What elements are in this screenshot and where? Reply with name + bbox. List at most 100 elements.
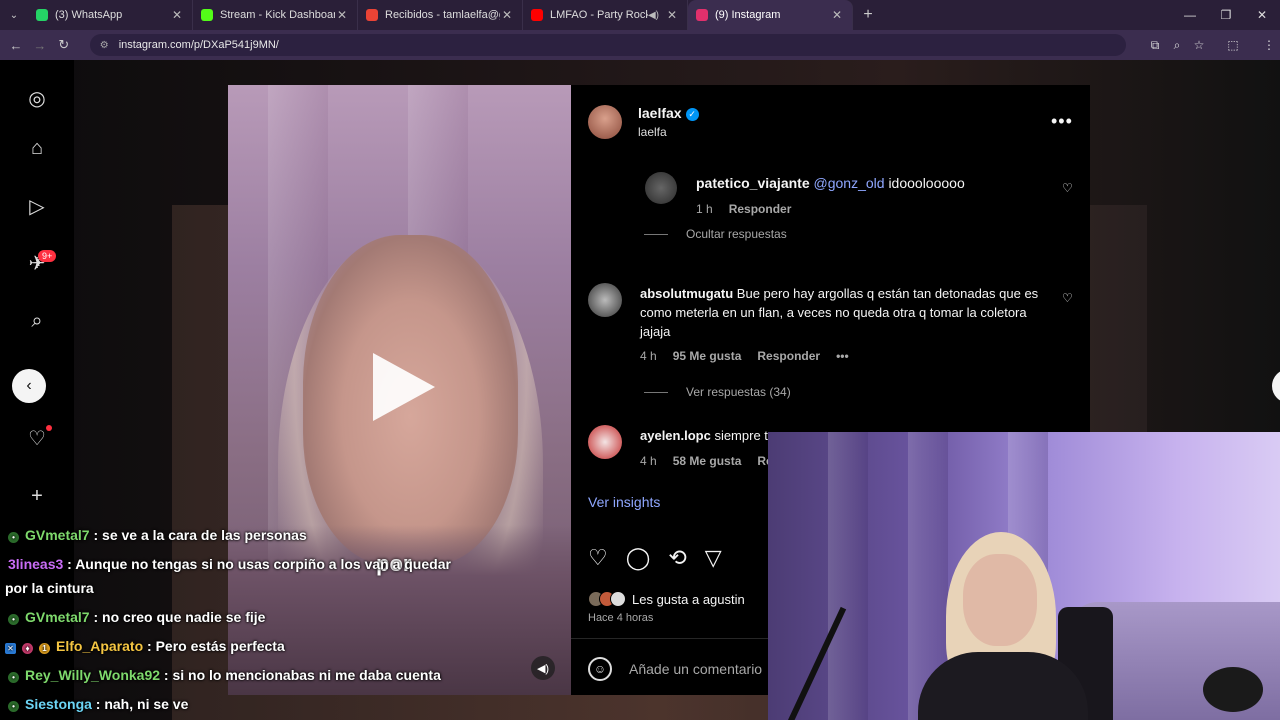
back-icon[interactable]: ← [4,38,28,53]
comment-icon[interactable]: ◯ [626,545,651,571]
author-subtitle: laelfa [638,125,667,139]
new-tab-button[interactable]: + [853,6,883,24]
close-icon[interactable]: ✕ [830,8,844,22]
comment-text: idooolooooo [888,175,965,191]
comment-text: siempre te [714,428,776,443]
liker-avatar [610,591,626,607]
hide-replies-button[interactable]: Ocultar respuestas [644,227,787,241]
post-timestamp: Hace 4 horas [588,612,654,624]
reply-button[interactable]: Responder [757,349,820,363]
commenter-avatar[interactable] [588,283,622,317]
reload-icon[interactable]: ↻ [52,37,76,53]
tab-whatsapp[interactable]: (3) WhatsApp ✕ [28,0,193,30]
notification-dot [46,425,52,431]
comment-meta: 4 h 58 Me gusta Re [640,454,773,468]
view-replies-button[interactable]: Ver respuestas (34) [644,385,791,399]
comment-meta: 4 h 95 Me gusta Responder ••• [640,349,849,363]
bookmark-star-icon[interactable]: ☆ [1188,38,1210,53]
tab-gmail[interactable]: Recibidos - tamlaelfa@gmail.co ✕ [358,0,523,30]
mention-link[interactable]: @gonz_old [814,175,885,191]
forward-icon[interactable]: → [28,38,52,53]
home-icon[interactable]: ⌂ [24,135,50,161]
verified-icon: ✓ [685,108,699,121]
chat-badge-icon: ♦ [22,643,33,654]
like-icon[interactable]: ♡ [588,545,608,571]
install-icon[interactable]: ⧉ [1144,38,1166,53]
tab-kick[interactable]: Stream - Kick Dashboard ✕ [193,0,358,30]
author-username[interactable]: laelfax ✓ [638,105,699,121]
maximize-icon[interactable]: ❐ [1208,0,1244,30]
share-icon[interactable]: ▽ [705,545,722,571]
tab-search-button[interactable]: ⌄ [0,0,28,30]
play-icon[interactable] [373,353,435,421]
comment: ayelen.lopc siempre te [640,426,775,445]
chat-text: por la cintura [5,580,94,596]
site-info-icon[interactable]: ⚙ [100,40,109,51]
close-icon[interactable]: ✕ [335,8,349,22]
instagram-logo-icon[interactable]: ◎ [24,85,50,111]
create-icon[interactable]: + [24,483,50,509]
whatsapp-icon [36,9,48,21]
chat-badge-icon: • [8,532,19,543]
chat-username: GVmetal7 [25,609,90,625]
zoom-icon[interactable]: ⌕ [1166,38,1188,53]
view-insights-link[interactable]: Ver insights [588,494,660,510]
previous-post-button[interactable]: ‹ [12,369,46,403]
author-avatar[interactable] [588,105,622,139]
chat-text: : se ve a la cara de las personas [93,527,307,543]
comment-likes[interactable]: 95 Me gusta [673,349,742,363]
comment-time: 4 h [640,349,657,363]
more-options-icon[interactable]: ••• [1051,111,1073,132]
chat-message: ✕ ♦ 1 Elfo_Aparato : Pero estás perfecta [5,635,285,657]
comment-username[interactable]: patetico_viajante [696,175,810,191]
post-video[interactable]: por ◀) [228,85,571,695]
chat-message: 3lineas3 : Aunque no tengas si no usas c… [8,553,451,575]
screen: ⌄ (3) WhatsApp ✕ Stream - Kick Dashboard… [0,0,1280,720]
like-comment-icon[interactable]: ♡ [1062,291,1073,305]
notification-badge: 9+ [38,250,57,262]
chat-text: : si no lo mencionabas ni me daba cuenta [163,667,441,683]
webcam-person-face [963,554,1037,646]
url-text: instagram.com/p/DXaP541j9MN/ [118,39,279,51]
add-comment-field[interactable]: ☺ Añade un comentario [588,657,762,681]
likes-summary[interactable]: Les gusta a agustin [588,591,745,607]
window-controls: — ❐ ✕ [1172,0,1280,30]
close-icon[interactable]: ✕ [170,8,184,22]
reels-icon[interactable]: ▷ [24,193,50,219]
menu-icon[interactable]: ⋮ [1258,38,1280,53]
chat-text: : Aunque no tengas si no usas corpiño a … [67,556,365,572]
comment-more-icon[interactable]: ••• [836,349,849,363]
close-icon[interactable]: ✕ [500,8,514,22]
chat-text: van a quedar [364,556,451,572]
close-window-icon[interactable]: ✕ [1244,0,1280,30]
repost-icon[interactable]: ⟲ [668,545,686,571]
minimize-icon[interactable]: — [1172,0,1208,30]
chat-text: : nah, ni se ve [95,696,189,712]
like-comment-icon[interactable]: ♡ [1062,181,1073,195]
comment-username[interactable]: ayelen.lopc [640,428,711,443]
comment-reply: patetico_viajante @gonz_old idooolooooo [696,174,965,193]
audio-icon[interactable]: ◀) [531,656,555,680]
chat-username: 3lineas3 [8,556,64,572]
chat-username: GVmetal7 [25,527,90,543]
chat-text: : Pero estás perfecta [147,638,285,654]
tab-youtube[interactable]: LMFAO - Party Rock Anthe ◀) ✕ [523,0,688,30]
commenter-avatar[interactable] [588,425,622,459]
comment-username[interactable]: absolutmugatu [640,286,733,301]
extensions-icon[interactable]: ⬚ [1222,38,1244,53]
tab-instagram[interactable]: (9) Instagram ✕ [688,0,853,30]
close-icon[interactable]: ✕ [665,8,679,22]
address-bar[interactable]: ⚙ instagram.com/p/DXaP541j9MN/ [89,34,1126,56]
reply-button[interactable]: Responder [729,202,792,216]
comment-likes[interactable]: 58 Me gusta [673,454,742,468]
webcam-cat [1203,667,1263,712]
chat-badge-icon: • [8,701,19,712]
search-icon[interactable]: ⌕ [24,308,50,334]
commenter-avatar[interactable] [645,172,677,204]
browser-tab-bar: ⌄ (3) WhatsApp ✕ Stream - Kick Dashboard… [0,0,1280,30]
emoji-icon[interactable]: ☺ [588,657,612,681]
chat-message: • Rey_Willy_Wonka92 : si no lo mencionaba… [8,664,441,686]
instagram-icon [696,9,708,21]
speaker-icon[interactable]: ◀) [648,10,659,21]
webcam-person [918,532,1088,720]
